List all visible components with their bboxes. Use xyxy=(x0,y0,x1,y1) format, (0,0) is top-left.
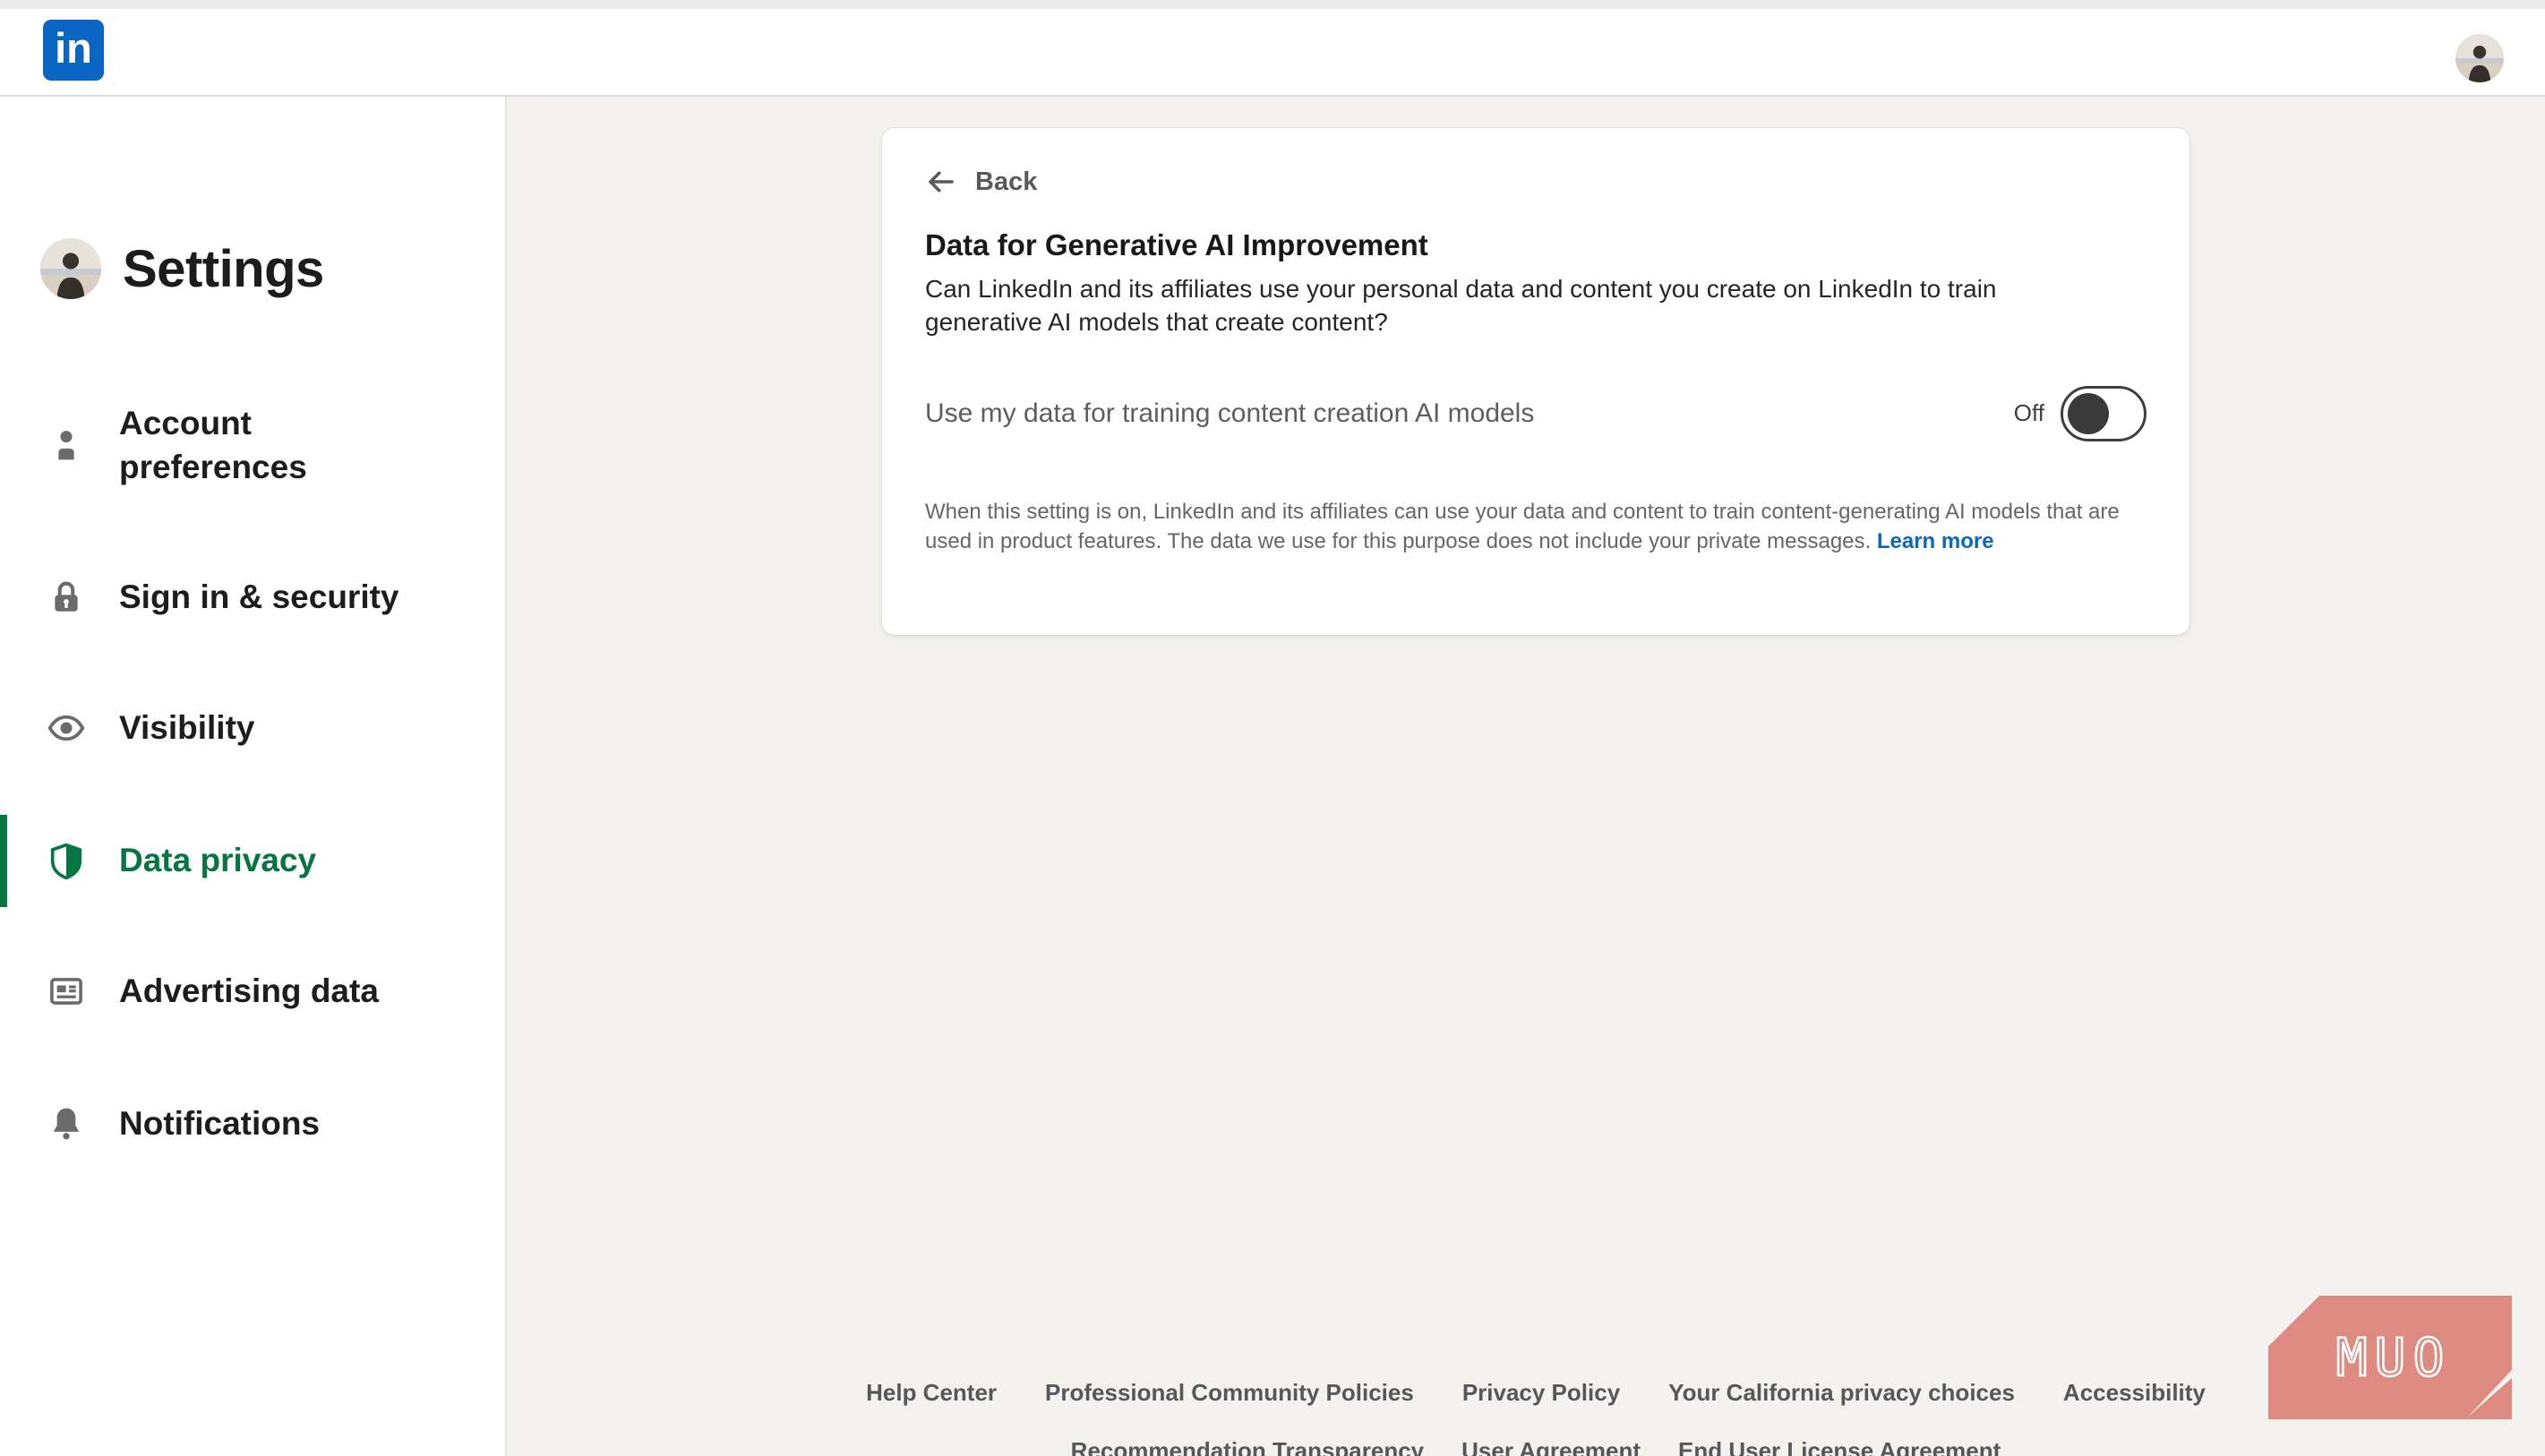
footer-link-privacy-policy[interactable]: Privacy Policy xyxy=(1462,1379,1620,1407)
sidebar-item-label: Data privacy xyxy=(119,839,316,883)
toggle-row: Use my data for training content creatio… xyxy=(925,386,2147,441)
settings-header: Settings xyxy=(40,238,324,299)
learn-more-link[interactable]: Learn more xyxy=(1877,529,1994,553)
ad-card-icon xyxy=(46,971,87,1012)
shield-icon xyxy=(46,841,87,882)
ai-data-toggle-switch[interactable] xyxy=(2061,386,2147,441)
sidebar-item-account-preferences[interactable]: Account preferences xyxy=(0,392,507,500)
sidebar-item-data-privacy[interactable]: Data privacy xyxy=(0,815,507,907)
toggle-control-group: Off xyxy=(2014,386,2147,441)
toggle-state-label: Off xyxy=(2014,399,2044,427)
footer-link-california-privacy-choices[interactable]: Your California privacy choices xyxy=(1668,1379,2015,1407)
footer-link-end-user-license-agreement[interactable]: End User License Agreement xyxy=(1678,1437,2001,1456)
linkedin-logo[interactable]: in xyxy=(43,20,104,81)
sidebar-item-label: Advertising data xyxy=(119,970,379,1014)
footer-link-help-center[interactable]: Help Center xyxy=(866,1379,997,1407)
sidebar-item-sign-in-security[interactable]: Sign in & security xyxy=(0,552,507,642)
browser-edge-strip xyxy=(0,0,2545,9)
profile-avatar[interactable] xyxy=(2455,34,2504,82)
page-title: Settings xyxy=(123,239,324,299)
sidebar-item-label: Visibility xyxy=(119,707,255,750)
eye-icon xyxy=(46,707,87,749)
page-footer: Help Center Professional Community Polic… xyxy=(882,1379,2189,1456)
generative-ai-setting-card: Back Data for Generative AI Improvement … xyxy=(882,128,2189,635)
footer-link-accessibility[interactable]: Accessibility xyxy=(2063,1379,2206,1407)
sidebar-item-label: Notifications xyxy=(119,1102,320,1146)
avatar-photo xyxy=(2455,34,2504,82)
footer-link-recommendation-transparency[interactable]: Recommendation Transparency xyxy=(1071,1437,1424,1456)
muo-logo-text: MUO xyxy=(2329,1327,2452,1388)
setting-footnote: When this setting is on, LinkedIn and it… xyxy=(925,497,2121,556)
sidebar-item-visibility[interactable]: Visibility xyxy=(0,683,507,773)
toggle-knob xyxy=(2068,393,2109,434)
footer-links-row-1: Help Center Professional Community Polic… xyxy=(882,1379,2189,1407)
setting-title: Data for Generative AI Improvement xyxy=(925,228,2147,262)
linkedin-settings-page: in Settings xyxy=(0,0,2545,1456)
back-button[interactable]: Back xyxy=(925,166,1059,198)
bell-icon xyxy=(46,1103,87,1144)
sidebar-item-advertising-data[interactable]: Advertising data xyxy=(0,946,507,1036)
footer-link-user-agreement[interactable]: User Agreement xyxy=(1461,1437,1641,1456)
avatar-photo xyxy=(40,238,101,299)
sidebar-item-notifications[interactable]: Notifications xyxy=(0,1079,507,1169)
main-content: Back Data for Generative AI Improvement … xyxy=(507,97,2545,1456)
muo-badge: MUO xyxy=(2268,1296,2512,1419)
active-item-indicator xyxy=(0,815,7,907)
settings-avatar xyxy=(40,238,101,299)
sidebar-item-label: Sign in & security xyxy=(119,576,399,620)
toggle-label: Use my data for training content creatio… xyxy=(925,398,1534,429)
back-label: Back xyxy=(975,167,1037,197)
top-navigation-bar: in xyxy=(0,9,2545,97)
footer-link-professional-community-policies[interactable]: Professional Community Policies xyxy=(1045,1379,1414,1407)
lock-icon xyxy=(46,577,87,618)
sidebar-item-label: Account preferences xyxy=(119,402,406,490)
setting-description: Can LinkedIn and its affiliates use your… xyxy=(925,273,2053,339)
arrow-left-icon xyxy=(925,166,957,198)
footer-links-row-2: Recommendation Transparency User Agreeme… xyxy=(882,1437,2189,1456)
person-icon xyxy=(46,425,87,467)
settings-sidebar: Settings Account preferences Sign in & s… xyxy=(0,97,507,1456)
muo-watermark: MUO xyxy=(2268,1296,2512,1419)
